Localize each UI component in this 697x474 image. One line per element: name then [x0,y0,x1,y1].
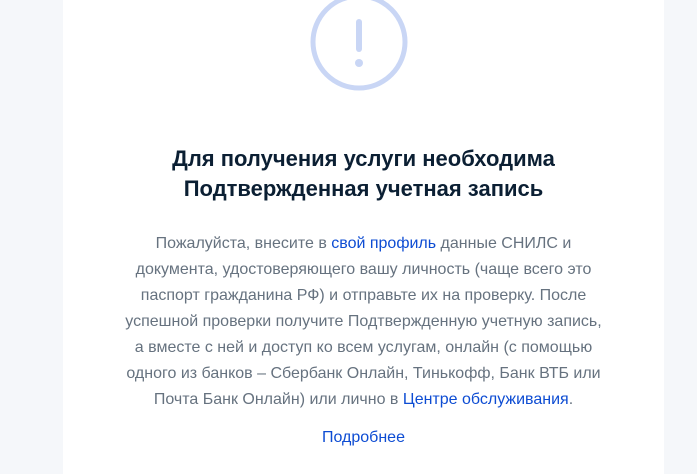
exclamation-circle-icon [307,0,411,94]
page-title: Для получения услуги необходима Подтверж… [63,144,664,204]
description-line-5: а вместе с ней и доступ ко всем услугам,… [134,339,593,356]
profile-link[interactable]: свой профиль [331,235,436,252]
description-line-1: Пожалуйста, внесите в свой профиль данны… [93,231,634,257]
more-link-wrap: Подробнее [63,426,664,450]
more-link[interactable]: Подробнее [322,429,405,446]
description-line-2: документа, удостоверяющего вашу личность… [135,261,592,278]
title-line-1: Для получения услуги необходима [172,146,555,171]
description-line-3: паспорт гражданина РФ) и отправьте их на… [140,287,587,304]
description-text-part: данные СНИЛС и [436,235,572,252]
service-center-link[interactable]: Центре обслуживания [403,391,569,408]
page: Для получения услуги необходима Подтверж… [0,0,697,474]
description-text-part: Почта Банк Онлайн) или лично в [153,391,403,408]
info-card: Для получения услуги необходима Подтверж… [63,0,664,474]
description-line-7: Почта Банк Онлайн) или лично в Центре об… [93,387,634,413]
description-text: Пожалуйста, внесите в свой профиль данны… [93,231,634,413]
description-text-part: Пожалуйста, внесите в [155,235,332,252]
title-line-2: Подтвержденная учетная запись [183,176,544,201]
description-line-6: одного из банков – Сбербанк Онлайн, Тинь… [126,365,601,382]
description-line-4: успешной проверки получите Подтвержденну… [125,313,602,330]
description-text-part: . [568,391,574,408]
